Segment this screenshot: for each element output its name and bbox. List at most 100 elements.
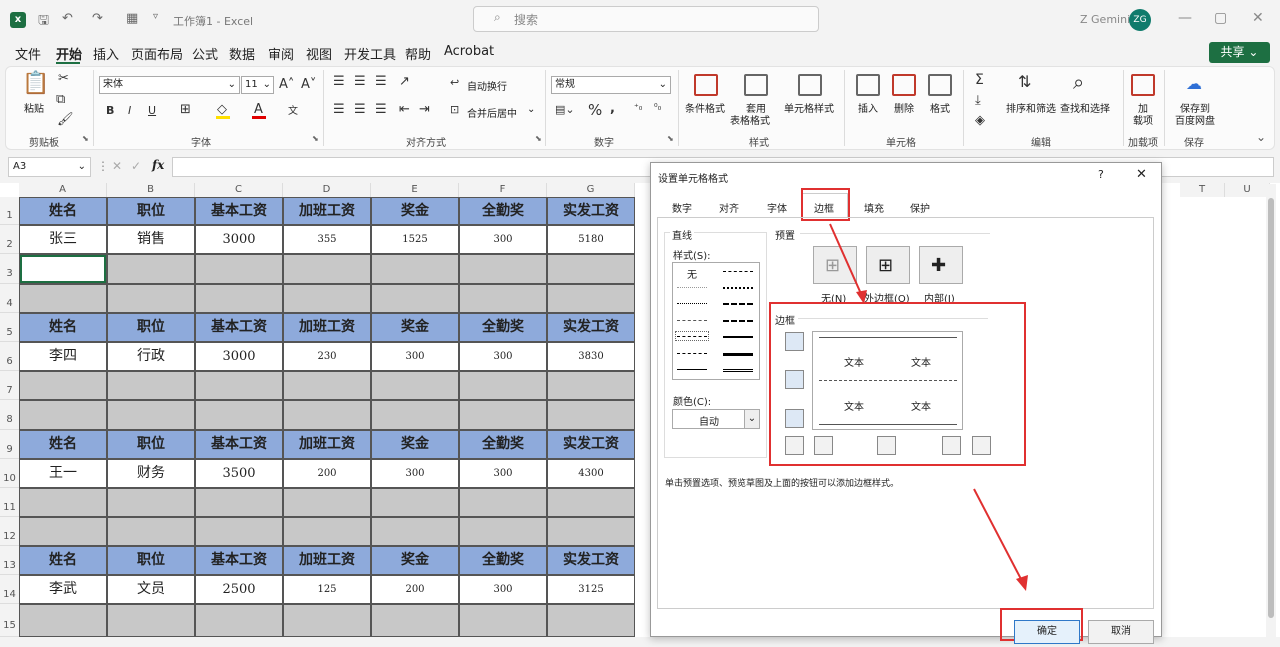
table-header-cell[interactable]: 职位 — [107, 546, 195, 575]
table-cell[interactable]: 4300 — [547, 459, 635, 488]
decrease-decimal-icon[interactable]: ⁰₀ — [654, 103, 661, 113]
right-border-button[interactable] — [942, 436, 961, 455]
currency-icon[interactable]: ▤⌄ — [555, 103, 575, 116]
empty-cell[interactable] — [195, 517, 283, 546]
table-cell[interactable]: 5180 — [547, 225, 635, 254]
empty-cell[interactable] — [283, 254, 371, 284]
table-header-cell[interactable]: 实发工资 — [547, 197, 635, 225]
row-header[interactable]: 15 — [0, 604, 19, 637]
line-style-list[interactable]: 无 — [672, 262, 760, 380]
chevron-down-icon[interactable]: ⌄ — [744, 410, 759, 428]
diagonal-down-button[interactable] — [972, 436, 991, 455]
line-style-option[interactable] — [723, 303, 753, 305]
empty-cell[interactable] — [107, 284, 195, 313]
table-header-cell[interactable]: 实发工资 — [547, 546, 635, 575]
orientation-icon[interactable]: ↗ — [399, 74, 410, 89]
left-border-button[interactable] — [814, 436, 833, 455]
row-header[interactable]: 6 — [0, 342, 19, 371]
addins-icon[interactable] — [1131, 74, 1155, 96]
line-style-option[interactable] — [677, 336, 707, 337]
cancel-icon[interactable]: ✕ — [112, 159, 122, 173]
row-header[interactable]: 4 — [0, 284, 19, 313]
empty-cell[interactable] — [107, 517, 195, 546]
empty-cell[interactable] — [459, 284, 547, 313]
table-header-cell[interactable]: 全勤奖 — [459, 313, 547, 342]
table-cell[interactable]: 3125 — [547, 575, 635, 604]
empty-cell[interactable] — [547, 254, 635, 284]
conditional-format-icon[interactable] — [694, 74, 718, 96]
tab-border[interactable]: 边框 — [814, 200, 834, 215]
empty-cell[interactable] — [459, 517, 547, 546]
dialog-launcher-icon[interactable]: ⬊ — [535, 134, 542, 143]
table-cell[interactable]: 200 — [371, 575, 459, 604]
empty-cell[interactable] — [547, 284, 635, 313]
table-header-cell[interactable]: 基本工资 — [195, 546, 283, 575]
minimize-icon[interactable]: — — [1178, 10, 1192, 26]
font-color-icon[interactable]: A — [254, 102, 263, 117]
insert-button[interactable]: 插入 — [858, 100, 878, 115]
clear-icon[interactable]: ◈ — [975, 113, 985, 128]
line-style-option[interactable] — [723, 369, 753, 372]
help-button[interactable]: ? — [1098, 168, 1104, 181]
row-header[interactable]: 8 — [0, 400, 19, 430]
decrease-font-icon[interactable]: A˅ — [301, 77, 316, 92]
addins-label-2[interactable]: 载项 — [1133, 112, 1153, 127]
table-cell[interactable]: 李武 — [19, 575, 107, 604]
empty-cell[interactable] — [283, 604, 371, 637]
table-cell[interactable]: 300 — [459, 225, 547, 254]
cell-styles-icon[interactable] — [798, 74, 822, 96]
empty-cell[interactable] — [371, 488, 459, 517]
tab-review[interactable]: 审阅 — [268, 44, 294, 63]
collapse-ribbon-icon[interactable]: ⌄ — [1256, 130, 1266, 144]
empty-cell[interactable] — [547, 371, 635, 400]
line-style-option[interactable] — [677, 353, 707, 354]
empty-cell[interactable] — [283, 488, 371, 517]
table-header-cell[interactable]: 全勤奖 — [459, 430, 547, 459]
table-cell[interactable]: 355 — [283, 225, 371, 254]
underline-button[interactable]: U — [148, 104, 156, 117]
format-table-icon[interactable] — [744, 74, 768, 96]
table-header-cell[interactable]: 实发工资 — [547, 430, 635, 459]
dialog-launcher-icon[interactable]: ⬊ — [312, 134, 319, 143]
diagonal-up-button[interactable] — [785, 436, 804, 455]
number-format-select[interactable]: 常规 ⌄ — [551, 76, 671, 94]
table-cell[interactable]: 300 — [371, 459, 459, 488]
empty-cell[interactable] — [459, 604, 547, 637]
empty-cell[interactable] — [195, 488, 283, 517]
column-header[interactable]: A — [19, 183, 107, 197]
decrease-indent-icon[interactable]: ⇤ — [399, 102, 410, 117]
baidu-cloud-icon[interactable]: ☁ — [1186, 74, 1202, 93]
table-header-cell[interactable]: 职位 — [107, 313, 195, 342]
delete-cells-icon[interactable] — [892, 74, 916, 96]
table-cell[interactable]: 行政 — [107, 342, 195, 371]
empty-cell[interactable] — [371, 400, 459, 430]
tab-home[interactable]: 开始 — [56, 44, 82, 63]
autosum-button[interactable]: Σ — [975, 72, 984, 88]
line-style-option[interactable] — [677, 303, 707, 304]
empty-cell[interactable] — [547, 400, 635, 430]
empty-cell[interactable] — [459, 488, 547, 517]
enter-icon[interactable]: ✓ — [131, 159, 141, 173]
bold-button[interactable]: B — [106, 104, 114, 117]
align-left-icon[interactable]: ☰ — [333, 102, 345, 117]
comma-icon[interactable]: , — [610, 101, 615, 116]
tab-font[interactable]: 字体 — [767, 200, 787, 215]
merge-center-button[interactable]: 合并后居中 — [467, 105, 517, 120]
copy-icon[interactable]: ⧉ — [56, 92, 65, 107]
border-preview[interactable]: 文本 文本 文本 文本 — [812, 331, 963, 430]
column-header[interactable]: E — [371, 183, 459, 197]
table-header-cell[interactable]: 加班工资 — [283, 546, 371, 575]
cut-icon[interactable]: ✂ — [58, 71, 69, 86]
table-header-cell[interactable]: 职位 — [107, 197, 195, 225]
sort-filter-icon[interactable]: ⇅ — [1018, 72, 1031, 91]
table-header-cell[interactable]: 实发工资 — [547, 313, 635, 342]
empty-cell[interactable] — [19, 604, 107, 637]
table-header-cell[interactable]: 奖金 — [371, 313, 459, 342]
empty-cell[interactable] — [107, 488, 195, 517]
table-cell[interactable]: 300 — [459, 459, 547, 488]
empty-cell[interactable] — [195, 604, 283, 637]
row-header[interactable]: 13 — [0, 546, 19, 575]
save-cloud-label-2[interactable]: 百度网盘 — [1175, 112, 1215, 127]
phonetic-icon[interactable]: 文 — [288, 102, 298, 117]
table-header-cell[interactable]: 姓名 — [19, 313, 107, 342]
